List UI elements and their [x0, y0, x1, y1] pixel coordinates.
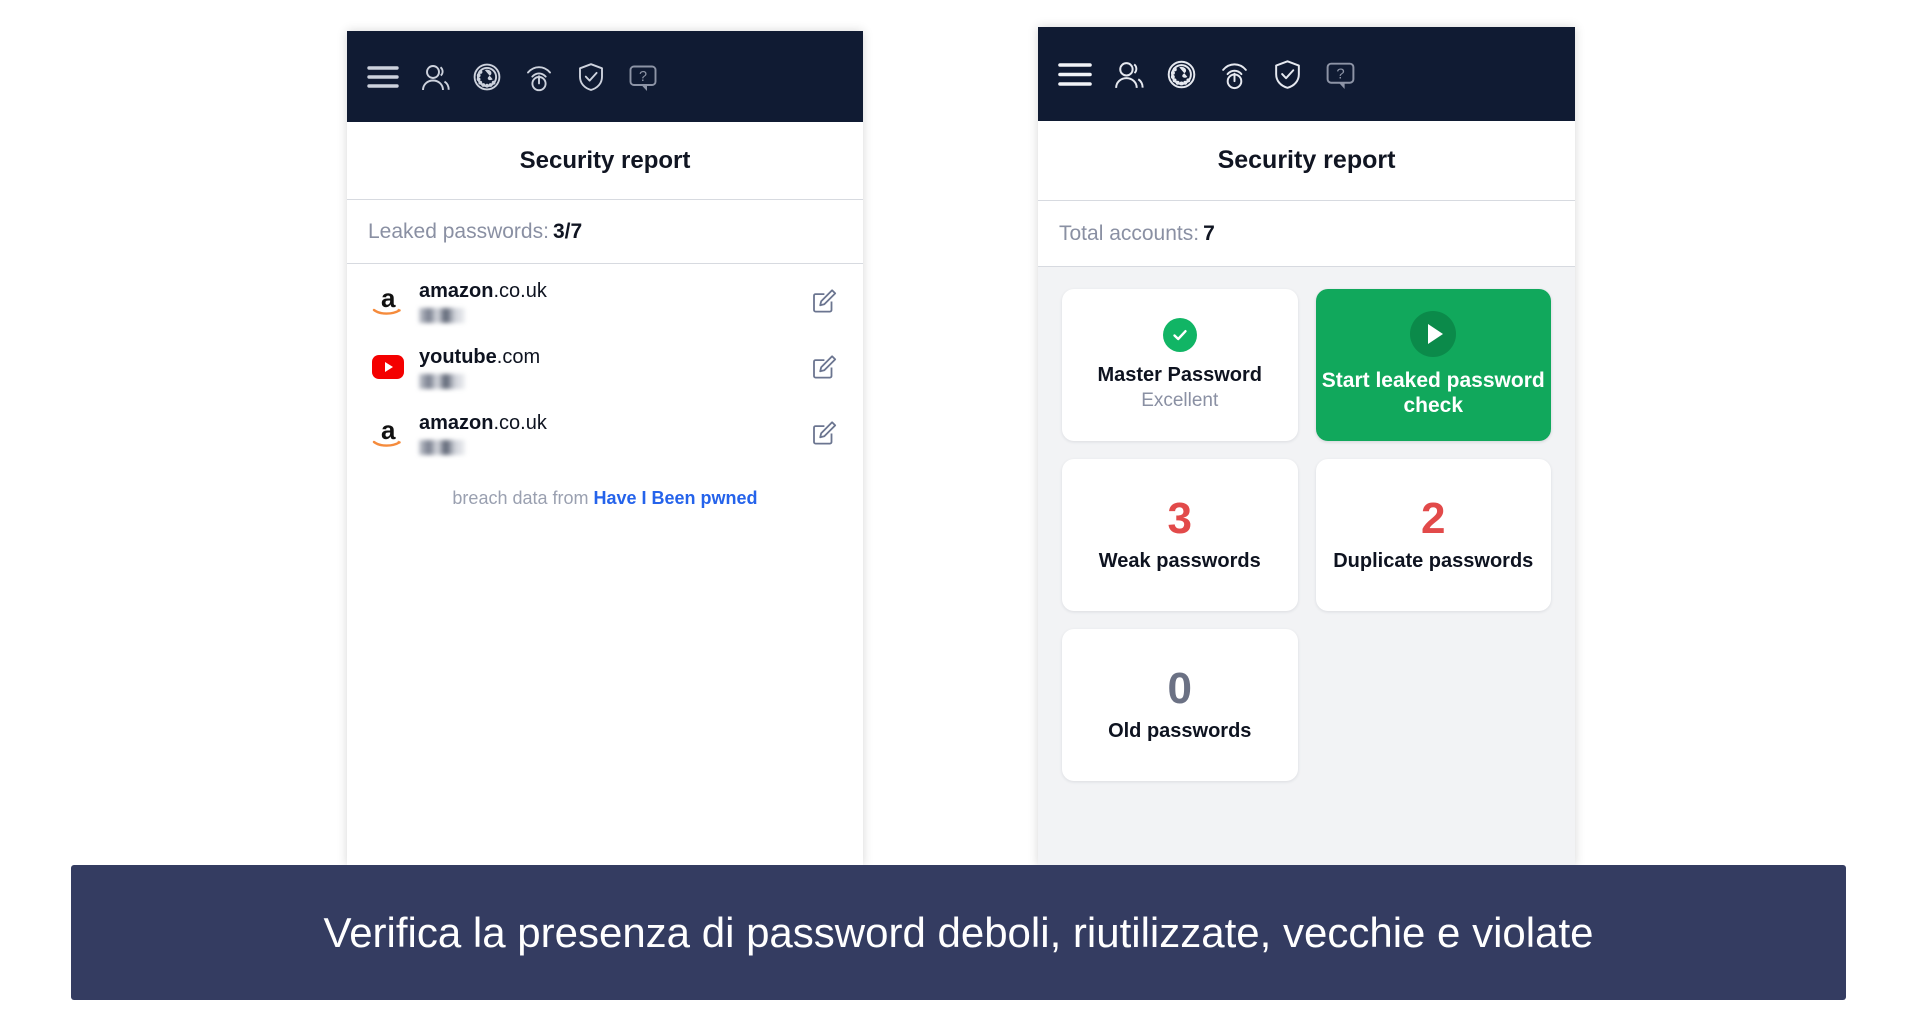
amazon-logo-icon: a: [365, 410, 411, 456]
svg-text:a: a: [381, 415, 396, 445]
leaked-passwords-list: a amazon.co.uk youtube.com a amazon.co.u…: [347, 264, 863, 509]
right-toolbar: ?: [1038, 27, 1575, 121]
card-count: 0: [1167, 663, 1192, 713]
site-name: youtube.com: [419, 346, 807, 369]
card-label: Old passwords: [1108, 719, 1252, 742]
svg-text:?: ?: [639, 69, 647, 85]
card-old-passwords[interactable]: 0 Old passwords: [1062, 629, 1298, 781]
row-texts: youtube.com: [419, 346, 807, 389]
breach-source-note: breach data from Have I Been pwned: [347, 488, 863, 509]
card-start-leaked-password-check[interactable]: Start leaked password check: [1315, 289, 1551, 441]
leaked-passwords-value: 3/7: [552, 219, 583, 243]
right-phone-panel: ? Security report Total accounts: 7 Mast…: [1038, 27, 1575, 866]
security-cards-grid: Master Password Excellent Start leaked p…: [1062, 289, 1551, 781]
play-circle-icon: [1410, 311, 1457, 358]
table-row[interactable]: youtube.com: [347, 334, 863, 400]
left-toolbar: ?: [347, 31, 863, 122]
leaked-passwords-summary: Leaked passwords: 3/7: [347, 200, 863, 264]
help-bubble-icon[interactable]: ?: [627, 61, 659, 93]
table-row[interactable]: a amazon.co.uk: [347, 268, 863, 334]
row-texts: amazon.co.uk: [419, 280, 807, 323]
have-i-been-pwned-link[interactable]: Have I Been pwned: [594, 488, 758, 508]
hamburger-menu-icon[interactable]: [1058, 61, 1092, 88]
user-account-icon[interactable]: [419, 61, 451, 93]
card-empty-slot: [1316, 629, 1552, 781]
breach-source-prefix: breach data from: [452, 488, 594, 508]
caption-banner: Verifica la presenza di password deboli,…: [71, 865, 1846, 1000]
screenshot-stage: ? Security report Leaked passwords: 3/7 …: [0, 0, 1917, 1033]
youtube-logo-icon: [365, 344, 411, 390]
hamburger-menu-icon[interactable]: [367, 64, 399, 90]
wifi-power-icon[interactable]: [1218, 58, 1251, 91]
row-texts: amazon.co.uk: [419, 412, 807, 455]
card-master-password[interactable]: Master Password Excellent: [1062, 289, 1298, 441]
right-page-title: Security report: [1038, 121, 1575, 201]
card-weak-passwords[interactable]: 3 Weak passwords: [1062, 459, 1298, 611]
wifi-power-icon[interactable]: [523, 61, 555, 93]
security-cards-area: Master Password Excellent Start leaked p…: [1038, 267, 1575, 866]
site-name-tld: .co.uk: [493, 279, 547, 302]
total-accounts-label: Total accounts:: [1059, 221, 1200, 245]
leaked-passwords-label: Leaked passwords:: [368, 219, 549, 243]
site-name-tld: .co.uk: [493, 411, 547, 434]
play-triangle-icon: [1427, 324, 1443, 345]
left-phone-panel: ? Security report Leaked passwords: 3/7 …: [347, 31, 863, 866]
help-bubble-icon[interactable]: ?: [1324, 58, 1357, 91]
card-sub-label: Excellent: [1141, 390, 1219, 412]
amazon-logo-icon: a: [365, 278, 411, 324]
card-label: Weak passwords: [1098, 549, 1261, 572]
card-label: Duplicate passwords: [1333, 549, 1534, 572]
shield-check-icon[interactable]: [575, 61, 607, 93]
site-name: amazon.co.uk: [419, 412, 807, 435]
edit-icon[interactable]: [807, 284, 841, 318]
check-circle-icon: [1162, 317, 1197, 352]
edit-icon[interactable]: [807, 350, 841, 384]
masked-password: [419, 439, 465, 455]
card-count: 2: [1421, 493, 1446, 543]
masked-password: [419, 307, 465, 323]
site-name: amazon.co.uk: [419, 280, 807, 303]
edit-icon[interactable]: [807, 416, 841, 450]
table-row[interactable]: a amazon.co.uk: [347, 400, 863, 466]
card-count: 3: [1167, 493, 1192, 543]
globe-browsing-icon[interactable]: [471, 61, 503, 93]
user-account-icon[interactable]: [1112, 58, 1145, 91]
left-page-title: Security report: [347, 122, 863, 200]
site-name-main: amazon: [419, 411, 494, 434]
total-accounts-summary: Total accounts: 7: [1038, 201, 1575, 267]
masked-password: [419, 373, 465, 389]
site-name-main: amazon: [419, 279, 494, 302]
globe-browsing-icon[interactable]: [1165, 58, 1198, 91]
svg-text:?: ?: [1336, 65, 1344, 82]
card-label: Start leaked password check: [1321, 369, 1545, 417]
svg-text:a: a: [381, 283, 396, 313]
card-duplicate-passwords[interactable]: 2 Duplicate passwords: [1315, 459, 1551, 611]
card-label: Master Password: [1097, 363, 1262, 386]
site-name-main: youtube: [419, 345, 497, 368]
total-accounts-value: 7: [1203, 221, 1215, 245]
shield-check-icon[interactable]: [1271, 58, 1304, 91]
site-name-tld: .com: [496, 345, 541, 368]
